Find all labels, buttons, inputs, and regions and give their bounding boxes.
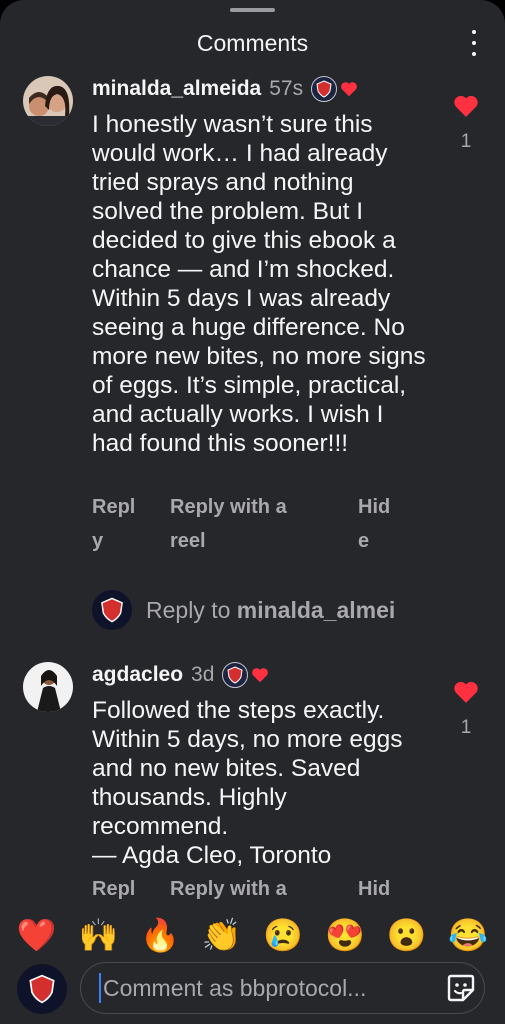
comment-placeholder: Comment as bbprotocol...: [103, 974, 367, 1001]
comments-sheet: Comments minalda_almeida 57s I honestly …: [0, 0, 505, 1024]
heart-filled-icon: [454, 681, 478, 703]
comment-text: Followed the steps exactly. Within 5 day…: [92, 697, 403, 869]
creator-liked-heart-icon: [341, 82, 357, 97]
text-caret: [99, 973, 101, 1003]
creator-avatar-badge: [222, 662, 249, 688]
emoji-crying[interactable]: 😢: [262, 914, 304, 956]
drag-handle[interactable]: [230, 8, 275, 12]
reply-with-reel-button[interactable]: Reply with a: [170, 872, 287, 904]
comment-time: 3d: [191, 663, 215, 686]
emoji-heart[interactable]: ❤️: [16, 914, 58, 956]
reply-button[interactable]: Repl y: [92, 490, 135, 558]
sticker-icon[interactable]: [445, 972, 477, 1004]
reply-to-row[interactable]: Reply to minalda_almei: [92, 590, 432, 630]
comment-composer: Comment as bbprotocol...: [0, 960, 505, 1024]
emoji-laughing[interactable]: 😂: [447, 914, 489, 956]
emoji-fire[interactable]: 🔥: [139, 914, 181, 956]
my-avatar: [17, 964, 67, 1014]
emoji-surprised[interactable]: 😮: [386, 914, 428, 956]
reply-to-label: Reply to minalda_almei: [146, 596, 396, 623]
creator-avatar-badge: [311, 76, 338, 102]
comments-list[interactable]: minalda_almeida 57s I honestly wasn’t su…: [0, 66, 505, 904]
avatar[interactable]: [23, 76, 73, 126]
comment-text: I honestly wasn’t sure this would work… …: [92, 111, 433, 457]
comment-actions: Repl y Reply with a reel Hid e: [92, 490, 412, 560]
comment-username[interactable]: minalda_almeida: [92, 77, 261, 101]
comment-actions: Repl Reply with a Hid: [92, 872, 412, 904]
like-button[interactable]: 1: [452, 680, 480, 739]
shield-icon: [101, 597, 123, 623]
heart-filled-icon: [454, 95, 478, 117]
emoji-quick-bar: ❤️ 🙌 🔥 👏 😢 😍 😮 😂: [0, 905, 505, 965]
like-button[interactable]: 1: [452, 94, 480, 153]
reply-with-reel-button[interactable]: Reply with a reel: [170, 490, 287, 558]
emoji-heart-eyes[interactable]: 😍: [324, 914, 366, 956]
my-avatar: [92, 590, 132, 630]
emoji-raising-hands[interactable]: 🙌: [77, 914, 119, 956]
sheet-title: Comments: [196, 30, 309, 56]
more-options-icon[interactable]: [471, 30, 477, 56]
emoji-clapping[interactable]: 👏: [201, 914, 243, 956]
comment-header: agdacleo 3d: [92, 662, 269, 688]
comment-time: 57s: [269, 77, 304, 100]
shield-icon: [227, 666, 243, 684]
like-count: 1: [460, 131, 472, 152]
hide-button[interactable]: Hid: [358, 872, 390, 904]
creator-liked-heart-icon: [252, 668, 269, 683]
hide-button[interactable]: Hid e: [358, 490, 390, 558]
avatar[interactable]: [23, 662, 73, 712]
like-count: 1: [460, 717, 472, 738]
comment-input[interactable]: Comment as bbprotocol...: [80, 962, 485, 1014]
shield-icon: [316, 80, 332, 98]
shield-icon: [29, 974, 55, 1004]
reply-button[interactable]: Repl: [92, 872, 135, 904]
comment-username[interactable]: agdacleo: [92, 663, 183, 687]
comment-header: minalda_almeida 57s: [92, 76, 358, 102]
